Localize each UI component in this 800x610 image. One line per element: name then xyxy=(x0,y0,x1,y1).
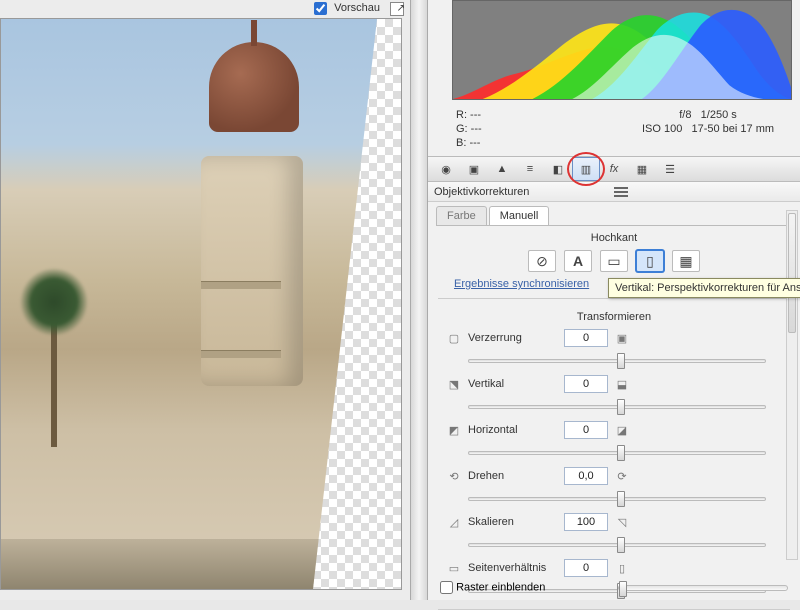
distortion-value[interactable]: 0 xyxy=(564,329,608,347)
upright-full[interactable]: ▦ xyxy=(672,250,700,272)
rotate-left-icon: ⟲ xyxy=(446,468,462,484)
horizontal-right-icon: ◪ xyxy=(614,422,630,438)
slider-horizontal: ◩ Horizontal 0 ◪ xyxy=(440,421,788,439)
panel-divider[interactable] xyxy=(410,0,428,600)
upright-vertical[interactable]: ▯ xyxy=(636,250,664,272)
transform-title: Transformieren xyxy=(440,311,788,323)
upright-level[interactable]: ▭ xyxy=(600,250,628,272)
tool-curve[interactable]: ▣ xyxy=(460,157,488,181)
horizontal-value[interactable]: 0 xyxy=(564,421,608,439)
distortion-slider[interactable] xyxy=(468,351,766,371)
photo-content xyxy=(1,19,401,589)
meta-shutter: 1/250 s xyxy=(701,109,737,121)
tab-manual[interactable]: Manuell xyxy=(489,206,550,225)
aspect-right-icon: ▯ xyxy=(614,560,630,576)
scale-left-icon: ◿ xyxy=(446,514,462,530)
meta-iso: ISO 100 xyxy=(642,123,682,135)
meta-g: G: --- xyxy=(456,122,624,136)
panel-menu-icon[interactable] xyxy=(614,187,794,197)
tool-presets[interactable]: ☰ xyxy=(656,157,684,181)
scale-slider[interactable] xyxy=(468,535,766,555)
tab-color[interactable]: Farbe xyxy=(436,206,487,225)
meta-lens: 17-50 bei 17 mm xyxy=(691,123,774,135)
slider-rotate: ⟲ Drehen 0,0 ⟳ xyxy=(440,467,788,485)
tool-fx[interactable]: fx xyxy=(600,157,628,181)
histogram[interactable] xyxy=(452,0,792,100)
tool-split[interactable]: ◧ xyxy=(544,157,572,181)
horizontal-slider[interactable] xyxy=(468,443,766,463)
rotate-right-icon: ⟳ xyxy=(614,468,630,484)
transform-section: Transformieren ▢ Verzerrung 0 ▣ ⬔ Vertik… xyxy=(428,305,800,607)
distortion-right-icon: ▣ xyxy=(614,330,630,346)
panel-title: Objektivkorrekturen xyxy=(434,186,614,198)
grid-checkbox[interactable] xyxy=(440,581,453,594)
distortion-left-icon: ▢ xyxy=(446,330,462,346)
meta-aperture: f/8 xyxy=(679,109,691,121)
preview-checkbox[interactable] xyxy=(314,2,327,15)
slider-vertical: ⬔ Vertikal 0 ⬓ xyxy=(440,375,788,393)
grid-toggle[interactable]: Raster einblenden xyxy=(440,581,545,594)
aspect-value[interactable]: 0 xyxy=(564,559,608,577)
vertical-left-icon: ⬔ xyxy=(446,376,462,392)
sync-results-link[interactable]: Ergebnisse synchronisieren xyxy=(454,278,589,290)
scale-right-icon: ◹ xyxy=(614,514,630,530)
upright-title: Hochkant xyxy=(440,232,788,244)
image-preview[interactable] xyxy=(0,18,402,590)
preview-label: Vorschau xyxy=(334,2,380,14)
footer: Raster einblenden xyxy=(440,581,788,594)
horizontal-left-icon: ◩ xyxy=(446,422,462,438)
meta-r: R: --- xyxy=(456,108,624,122)
upright-tooltip: Vertikal: Perspektivkorrekturen für Ansi… xyxy=(608,278,800,298)
preview-toggle[interactable]: Vorschau xyxy=(314,2,380,14)
grid-size-slider[interactable] xyxy=(618,585,788,591)
tool-basic[interactable]: ◉ xyxy=(432,157,460,181)
vertical-value[interactable]: 0 xyxy=(564,375,608,393)
slider-distortion: ▢ Verzerrung 0 ▣ xyxy=(440,329,788,347)
panel-toolbar: ◉ ▣ ▲ ≡ ◧ ▥ fx ▦ ☰ xyxy=(428,156,800,182)
tool-detail[interactable]: ▲ xyxy=(488,157,516,181)
expand-icon[interactable] xyxy=(390,2,404,16)
slider-scale: ◿ Skalieren 100 ◹ xyxy=(440,513,788,531)
aspect-left-icon: ▭ xyxy=(446,560,462,576)
slider-aspect: ▭ Seitenverhältnis 0 ▯ xyxy=(440,559,788,577)
vertical-slider[interactable] xyxy=(468,397,766,417)
meta-b: B: --- xyxy=(456,136,624,150)
panel-header: Objektivkorrekturen xyxy=(428,182,800,202)
rotate-value[interactable]: 0,0 xyxy=(564,467,608,485)
vertical-right-icon: ⬓ xyxy=(614,376,630,392)
tool-hsl[interactable]: ≡ xyxy=(516,157,544,181)
rotate-slider[interactable] xyxy=(468,489,766,509)
upright-off[interactable]: ⊘ xyxy=(528,250,556,272)
upright-section: Hochkant ⊘ A ▭ ▯ ▦ Ergebnisse synchronis… xyxy=(428,226,800,292)
panel-scrollbar[interactable] xyxy=(786,210,798,560)
upright-auto[interactable]: A xyxy=(564,250,592,272)
tool-camera[interactable]: ▦ xyxy=(628,157,656,181)
tool-lens[interactable]: ▥ xyxy=(572,157,600,181)
grid-label: Raster einblenden xyxy=(456,581,545,593)
scale-value[interactable]: 100 xyxy=(564,513,608,531)
metadata-readout: R: --- G: --- B: --- f/8 1/250 s ISO 100… xyxy=(428,106,800,156)
